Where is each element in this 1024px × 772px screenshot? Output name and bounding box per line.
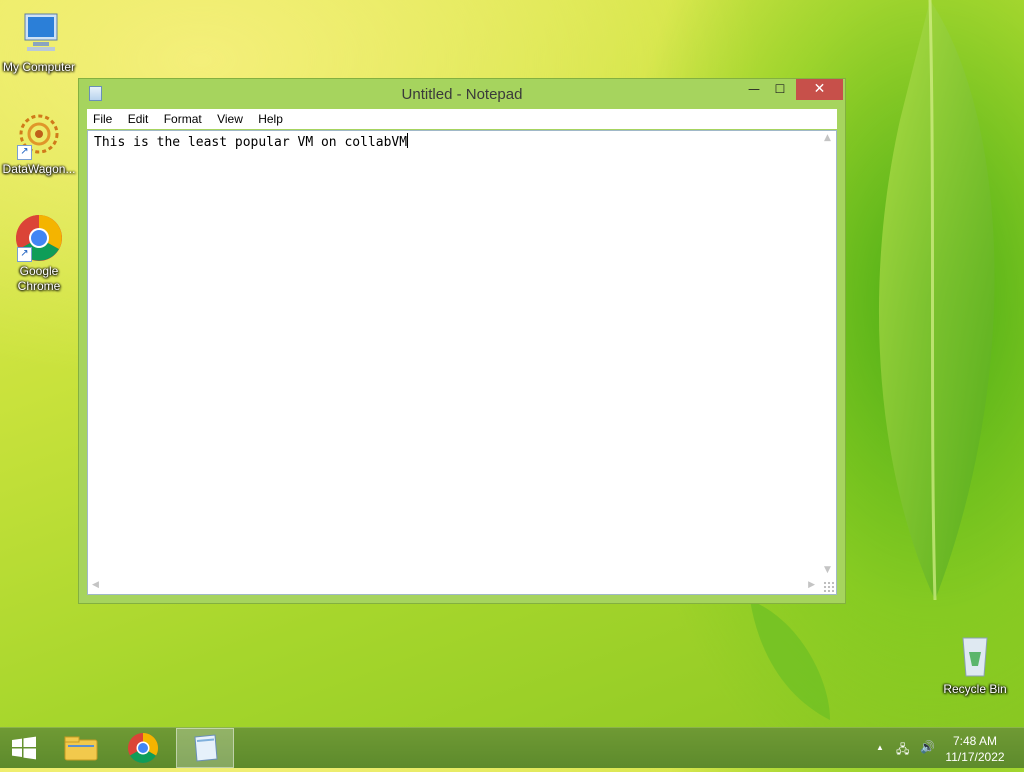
menu-file[interactable]: File: [87, 109, 118, 127]
desktop-icon-label: Google Chrome: [17, 264, 61, 293]
minimize-button[interactable]: —: [741, 79, 767, 100]
shortcut-arrow-icon: ↗: [17, 247, 32, 262]
taskbar-chrome[interactable]: [118, 728, 168, 768]
start-button[interactable]: [0, 728, 48, 768]
chrome-icon: [128, 733, 159, 764]
text-caret: [407, 133, 409, 148]
menu-format[interactable]: Format: [158, 109, 208, 127]
recycle-bin-icon: [951, 632, 999, 680]
windows-logo-icon: [12, 736, 36, 760]
chrome-icon: ↗: [15, 214, 63, 262]
show-hidden-icons-icon[interactable]: ▲: [876, 743, 884, 752]
menu-bar: File Edit Format View Help: [87, 109, 837, 129]
title-bar[interactable]: Untitled - Notepad — ☐ ✕: [79, 79, 845, 109]
minimize-icon: —: [748, 82, 760, 96]
document-text[interactable]: This is the least popular VM on collabVM: [94, 133, 816, 152]
menu-help[interactable]: Help: [252, 109, 289, 127]
taskbar-file-explorer[interactable]: [56, 728, 106, 768]
close-icon: ✕: [813, 81, 826, 97]
close-button[interactable]: ✕: [796, 79, 843, 100]
datawagon-icon: ↗: [15, 112, 63, 160]
horizontal-scrollbar[interactable]: ◀ ▶: [88, 577, 819, 594]
desktop-icon-my-computer[interactable]: My Computer: [0, 10, 78, 75]
clock[interactable]: 7:48 AM 11/17/2022: [940, 733, 1010, 765]
resize-grip-icon[interactable]: [823, 581, 834, 592]
scroll-down-icon[interactable]: ▼: [824, 565, 831, 575]
notepad-icon: [194, 734, 218, 762]
scroll-right-icon[interactable]: ▶: [808, 580, 815, 590]
scroll-up-icon[interactable]: ▲: [824, 133, 831, 143]
notepad-window[interactable]: Untitled - Notepad — ☐ ✕ File Edit Forma…: [78, 78, 846, 604]
desktop-icon-label: Recycle Bin: [943, 682, 1007, 696]
desktop-icon-datawagon[interactable]: ↗ DataWagon...: [0, 112, 78, 177]
system-tray: ▲ 🖧 🔊 7:48 AM 11/17/2022: [874, 728, 1024, 768]
menu-view[interactable]: View: [211, 109, 249, 127]
desktop-icon-label: My Computer: [2, 60, 76, 74]
desktop-icon-google-chrome[interactable]: ↗ Google Chrome: [0, 214, 78, 294]
clock-date: 11/17/2022: [945, 750, 1005, 764]
menu-edit[interactable]: Edit: [122, 109, 155, 127]
vertical-scrollbar[interactable]: ▲ ▼: [819, 131, 836, 577]
desktop-icon-label: DataWagon...: [2, 162, 76, 176]
shortcut-arrow-icon: ↗: [17, 145, 32, 160]
maximize-button[interactable]: ☐: [767, 79, 793, 100]
computer-icon: [15, 10, 63, 58]
volume-icon[interactable]: 🔊: [920, 740, 935, 754]
network-icon[interactable]: 🖧: [896, 740, 909, 761]
maximize-icon: ☐: [774, 82, 786, 96]
window-title: Untitled - Notepad: [401, 86, 523, 103]
desktop-icon-recycle-bin[interactable]: Recycle Bin: [936, 632, 1014, 697]
document-content: This is the least popular VM on collabVM: [94, 135, 408, 150]
taskbar-notepad[interactable]: [176, 728, 234, 768]
file-explorer-icon: [64, 736, 98, 761]
scroll-left-icon[interactable]: ◀: [92, 580, 99, 590]
text-editor[interactable]: This is the least popular VM on collabVM…: [87, 130, 837, 595]
clock-time: 7:48 AM: [952, 734, 998, 748]
taskbar: ▲ 🖧 🔊 7:48 AM 11/17/2022: [0, 727, 1024, 768]
